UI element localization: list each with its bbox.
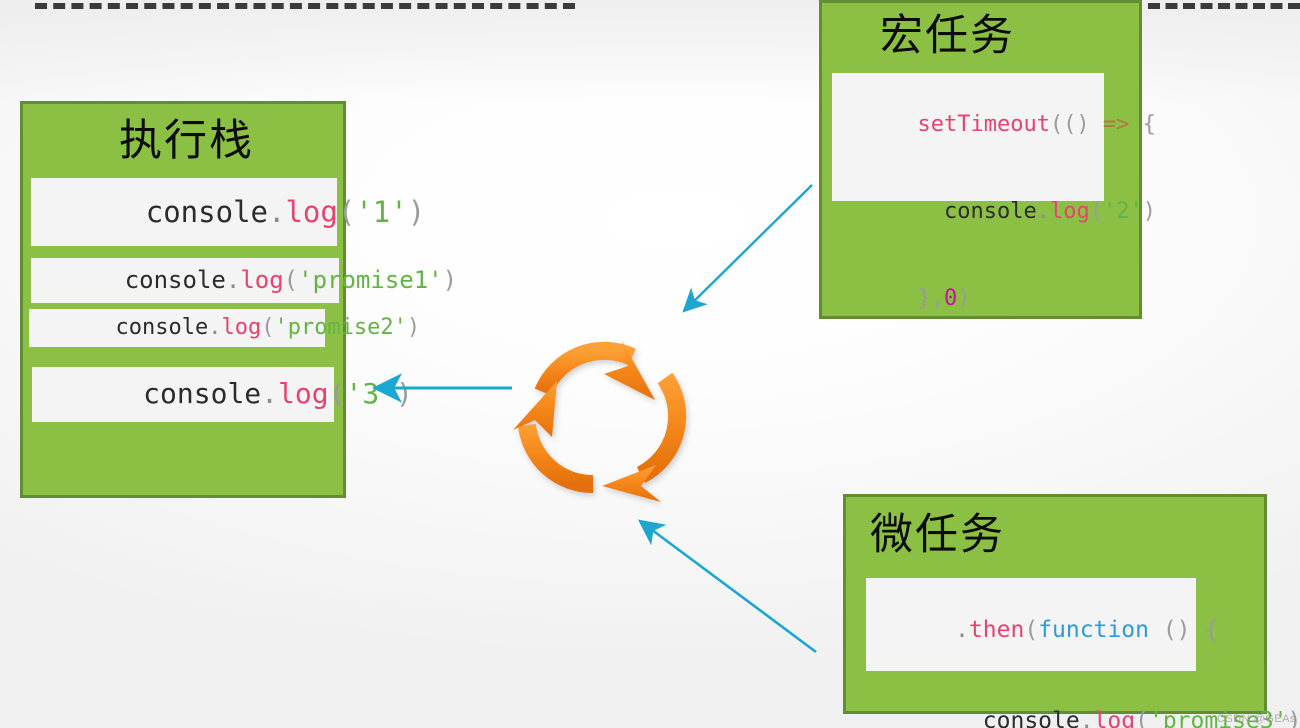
code-token: log bbox=[1049, 199, 1090, 225]
code-token: ) bbox=[396, 377, 413, 411]
code-token: log bbox=[1093, 708, 1136, 728]
code-token: ( bbox=[1135, 708, 1149, 728]
macro-task-title: 宏任务 bbox=[880, 13, 1015, 60]
code-token: { bbox=[1129, 112, 1156, 138]
loop-arrow-right bbox=[602, 372, 687, 502]
code-token: console bbox=[917, 199, 1037, 225]
loop-arrow-left bbox=[513, 381, 594, 494]
dashed-divider-left bbox=[35, 3, 575, 9]
code-token: ( bbox=[261, 315, 275, 341]
code-token: 'promise2' bbox=[274, 315, 407, 341]
micro-task-title: 微任务 bbox=[870, 512, 1005, 559]
code-token: function bbox=[1038, 617, 1149, 644]
code-token: ) bbox=[1142, 199, 1156, 225]
slide-canvas: 执行栈 console.log('1') console.log('promis… bbox=[0, 0, 1300, 728]
connector-micro-to-loop bbox=[637, 519, 817, 654]
code-token: . bbox=[208, 315, 222, 341]
code-token: log bbox=[285, 194, 338, 229]
code-token: ) bbox=[957, 286, 971, 312]
code-token: console bbox=[143, 377, 262, 411]
code-token: (() bbox=[1049, 112, 1103, 138]
code-token: ( bbox=[1089, 199, 1103, 225]
code-token: '3' bbox=[345, 377, 397, 411]
code-token: . bbox=[1079, 708, 1094, 728]
code-token: . bbox=[955, 617, 969, 644]
dashed-divider-right bbox=[1148, 3, 1300, 9]
code-line: console.log('3') bbox=[42, 339, 413, 450]
code-token: ) bbox=[406, 315, 421, 341]
code-token: }, bbox=[917, 286, 944, 312]
code-token: log bbox=[221, 315, 262, 341]
event-loop-icon bbox=[513, 341, 687, 502]
code-token: . bbox=[267, 194, 286, 229]
connector-macro-to-loop bbox=[682, 184, 813, 313]
code-token: ( bbox=[1024, 617, 1039, 644]
code-token: => bbox=[1102, 112, 1130, 138]
code-token: . bbox=[261, 377, 279, 411]
code-token: ) bbox=[442, 265, 458, 294]
code-token: '1' bbox=[355, 194, 408, 229]
loop-arrow-top bbox=[534, 341, 655, 400]
code-token: console bbox=[145, 194, 268, 229]
code-token: '2' bbox=[1102, 199, 1143, 225]
watermark-label: CSDN @GEAs bbox=[1216, 713, 1296, 725]
code-token: . bbox=[1036, 199, 1050, 225]
code-token: console bbox=[955, 708, 1080, 728]
code-line: setTimeout(() => { bbox=[838, 81, 1155, 168]
code-card-settimeout[interactable]: setTimeout(() => { console.log('2') },0) bbox=[832, 73, 1156, 311]
code-token: then bbox=[968, 617, 1025, 644]
code-token: setTimeout bbox=[917, 112, 1050, 138]
code-line: .then(function () { bbox=[872, 585, 1218, 676]
code-token: ) bbox=[407, 194, 426, 229]
code-token: 0 bbox=[943, 286, 958, 312]
code-card-log-3[interactable]: console.log('3') bbox=[32, 367, 413, 422]
code-token: ( bbox=[337, 194, 356, 229]
code-token: console bbox=[115, 315, 209, 341]
code-token: log bbox=[278, 377, 329, 411]
code-line: },0) bbox=[838, 255, 1104, 342]
code-line: console.log('2') bbox=[838, 168, 1156, 255]
code-token: ( bbox=[328, 377, 346, 411]
code-card-then[interactable]: .then(function () { console.log('promise… bbox=[866, 578, 1300, 728]
code-line: console.log('promise3') bbox=[872, 676, 1300, 728]
code-token: () { bbox=[1148, 617, 1219, 644]
